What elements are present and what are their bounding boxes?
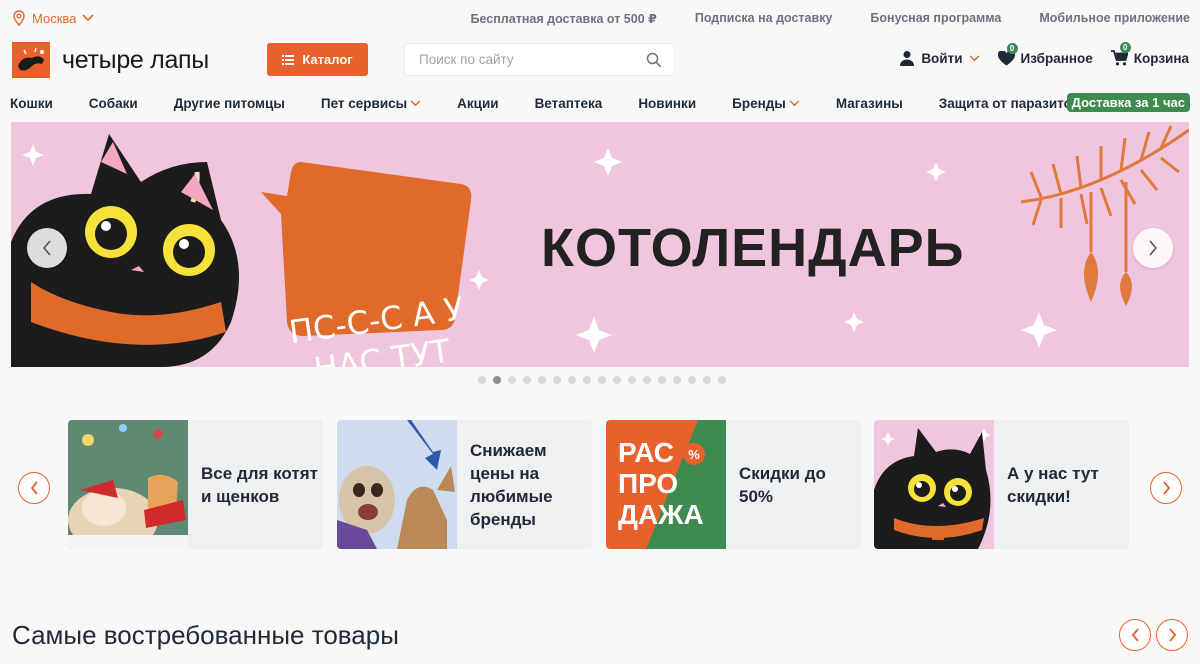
nav-label: Кошки	[10, 95, 53, 111]
sale-graphic: % РАС ПРО ДАЖА	[606, 420, 726, 549]
nav-label: Бренды	[732, 95, 786, 111]
nav-label: Собаки	[88, 95, 138, 111]
promo-prev-button[interactable]	[18, 472, 50, 504]
banner-pagination-dot[interactable]	[613, 376, 621, 384]
city-name: Москва	[32, 10, 77, 26]
banner-pagination-dot[interactable]	[478, 376, 486, 384]
list-icon	[282, 54, 295, 65]
banner-pagination-dot[interactable]	[568, 376, 576, 384]
user-icon	[900, 51, 915, 66]
nav-item-stores[interactable]: Магазины	[836, 96, 903, 111]
promo-card-text: Все для котят и щенков	[201, 463, 318, 506]
banner-pagination-dot[interactable]	[703, 376, 711, 384]
nav-label: Ветаптека	[534, 95, 603, 111]
search-box	[404, 43, 675, 76]
banner-pagination-dot[interactable]	[718, 376, 726, 384]
banner-pagination-dot[interactable]	[553, 376, 561, 384]
nav-item-new[interactable]: Новинки	[638, 96, 696, 111]
nav-item-promotions[interactable]: Акции	[457, 96, 498, 111]
nav-label: Пет сервисы	[320, 95, 408, 111]
city-selector[interactable]: Москва	[12, 10, 94, 26]
nav-label: Магазины	[835, 95, 903, 111]
catalog-button[interactable]: Каталог	[267, 43, 368, 76]
section-title: Самые востребованные товары	[12, 620, 399, 650]
favorites-button[interactable]: 0 Избранное	[997, 42, 1093, 66]
hero-banner[interactable]: ПС-С-С А У НАС ТУТ СКИДКИ! КОТОЛЕНДАРЬ	[11, 122, 1189, 367]
chevron-right-icon	[1149, 240, 1158, 256]
favorites-count-badge: 0	[1006, 42, 1018, 54]
banner-title: КОТОЛЕНДАРЬ	[541, 218, 965, 278]
free-delivery-link[interactable]: Бесплатная доставка от 500 ₽	[471, 11, 657, 26]
chevron-down-icon	[789, 99, 800, 106]
promo-card-text: Снижаем цены на любимые бренды	[470, 440, 553, 529]
dog-cat-photo	[337, 420, 457, 549]
cart-button[interactable]: 0 Корзина	[1110, 42, 1189, 66]
promo-card-discounts[interactable]: А у нас тут скидки!	[874, 420, 1129, 549]
banner-next-button[interactable]	[1133, 228, 1173, 268]
products-next-button[interactable]	[1156, 619, 1188, 651]
nav-item-parasite-protection[interactable]: Защита от паразитов	[939, 96, 1080, 111]
promo-card-kittens-puppies[interactable]: Все для котят и щенков	[68, 420, 323, 549]
banner-pagination-dot[interactable]	[658, 376, 666, 384]
nav-label: Акции	[457, 95, 499, 111]
nav-label: Другие питомцы	[173, 95, 285, 111]
chevron-right-icon	[1162, 481, 1170, 495]
nav-label: Новинки	[638, 95, 697, 111]
main-nav: Кошки Собаки Другие питомцы Пет сервисы …	[10, 92, 1190, 114]
chevron-left-icon	[42, 240, 51, 256]
site-logo[interactable]: четыре лапы	[12, 42, 209, 78]
products-prev-button[interactable]	[1119, 619, 1151, 651]
cart-count-badge: 0	[1119, 42, 1131, 53]
nav-label: Защита от паразитов	[938, 95, 1081, 111]
logo-text: четыре лапы	[62, 45, 209, 74]
cart-label: Корзина	[1133, 50, 1189, 66]
banner-prev-button[interactable]	[27, 228, 67, 268]
banner-pagination-dot[interactable]	[583, 376, 591, 384]
banner-pagination-dot[interactable]	[673, 376, 681, 384]
promo-card-text: Скидки до 50%	[739, 463, 826, 506]
chevron-down-icon	[82, 14, 94, 22]
sale-graphic-text: РАС ПРО ДАЖА	[618, 437, 704, 530]
mobile-app-link[interactable]: Мобильное приложение	[1039, 11, 1190, 26]
location-pin-icon	[13, 10, 25, 26]
banner-pagination-dot[interactable]	[508, 376, 516, 384]
nav-item-dogs[interactable]: Собаки	[89, 96, 138, 111]
nav-item-vet-pharmacy[interactable]: Ветаптека	[535, 96, 603, 111]
catalog-label: Каталог	[302, 52, 353, 67]
promo-card-sale[interactable]: % РАС ПРО ДАЖА Скидки до 50%	[606, 420, 861, 549]
subscription-link[interactable]: Подписка на доставку	[695, 11, 833, 26]
express-delivery-badge[interactable]: Доставка за 1 час	[1066, 93, 1190, 112]
search-icon[interactable]	[646, 52, 662, 68]
search-input[interactable]	[405, 44, 625, 75]
top-bar: Москва Бесплатная доставка от 500 ₽ Подп…	[0, 0, 1200, 38]
promo-card-brands-discount[interactable]: Снижаем цены на любимые бренды	[337, 420, 592, 549]
nav-item-pet-services[interactable]: Пет сервисы	[321, 96, 421, 111]
banner-pagination-dot[interactable]	[598, 376, 606, 384]
chevron-right-icon	[1168, 628, 1176, 642]
chevron-left-icon	[30, 481, 38, 495]
nav-item-cats[interactable]: Кошки	[10, 96, 53, 111]
bonus-program-link[interactable]: Бонусная программа	[870, 11, 1001, 26]
chevron-down-icon	[410, 99, 421, 106]
login-label: Войти	[921, 50, 963, 66]
banner-pagination	[478, 376, 726, 384]
nav-item-brands[interactable]: Бренды	[732, 96, 800, 111]
banner-pagination-dot[interactable]	[628, 376, 636, 384]
banner-pagination-dot[interactable]	[523, 376, 531, 384]
nav-item-other-pets[interactable]: Другие питомцы	[174, 96, 285, 111]
kitten-puppy-photo	[68, 420, 188, 549]
banner-pagination-dot[interactable]	[493, 376, 501, 384]
login-button[interactable]: Войти	[899, 50, 979, 66]
logo-icon	[12, 42, 50, 78]
chevron-down-icon	[969, 54, 979, 61]
chevron-left-icon	[1131, 628, 1139, 642]
promo-next-button[interactable]	[1150, 472, 1182, 504]
favorites-label: Избранное	[1020, 50, 1093, 66]
black-cat-illustration	[874, 420, 994, 549]
banner-pagination-dot[interactable]	[538, 376, 546, 384]
banner-pagination-dot[interactable]	[643, 376, 651, 384]
banner-pagination-dot[interactable]	[688, 376, 696, 384]
promo-card-text: А у нас тут скидки!	[1007, 463, 1099, 506]
